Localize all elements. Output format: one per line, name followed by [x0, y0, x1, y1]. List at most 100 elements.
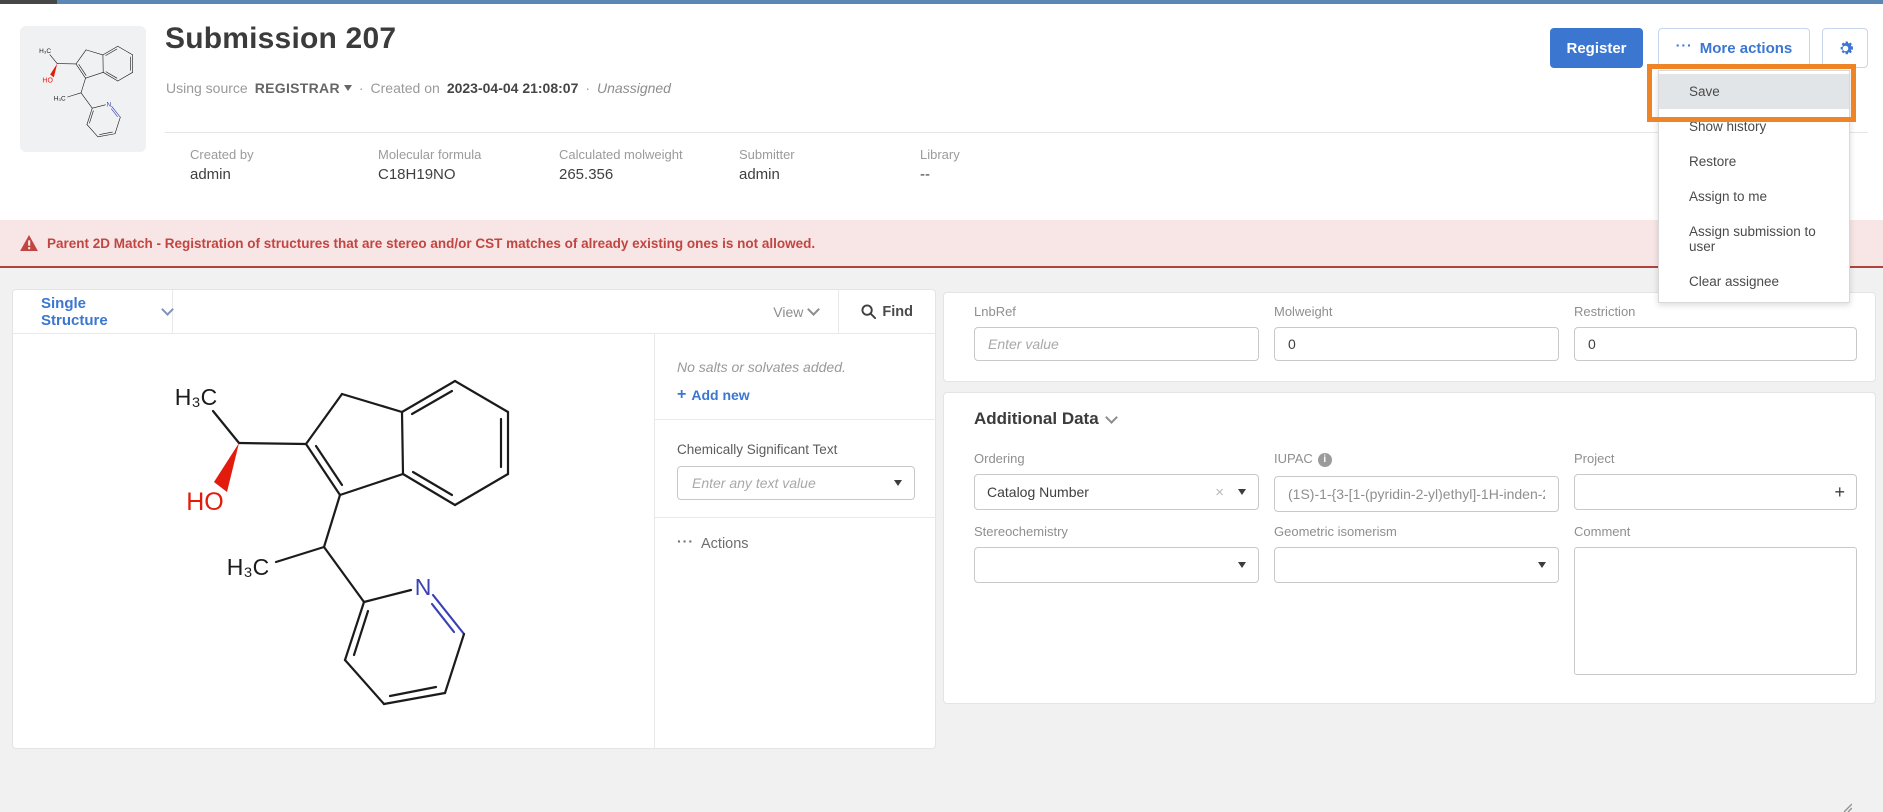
- warning-icon: [20, 235, 38, 251]
- iupac-label-row: IUPACi: [1274, 451, 1559, 468]
- additional-data-card: Additional Data Ordering Catalog Number …: [943, 392, 1876, 704]
- geometric-isomerism-label: Geometric isomerism: [1274, 524, 1559, 539]
- caret-down-icon[interactable]: [894, 480, 902, 486]
- header-divider: [165, 132, 1868, 133]
- restriction-input-wrap[interactable]: [1574, 327, 1857, 361]
- menu-item-clear-assignee[interactable]: Clear assignee: [1659, 264, 1849, 299]
- project-label: Project: [1574, 451, 1857, 466]
- lnbref-input-wrap[interactable]: [974, 327, 1259, 361]
- more-actions-menu: Save Show history Restore Assign to me A…: [1658, 70, 1850, 303]
- cst-field[interactable]: [677, 466, 915, 500]
- structure-mode-label: Single Structure: [41, 295, 156, 329]
- meta-created-by: Created by admin: [190, 147, 254, 183]
- meta-label: Calculated molweight: [559, 147, 683, 162]
- created-on-value: 2023-04-04 21:08:07: [447, 80, 579, 96]
- using-source-label: Using source: [166, 80, 248, 96]
- geometric-isomerism-select[interactable]: [1274, 547, 1559, 583]
- caret-down-icon: [344, 85, 352, 91]
- salts-column: No salts or solvates added. + Add new Ch…: [654, 333, 937, 750]
- lnbref-label: LnbRef: [974, 304, 1259, 319]
- meta-value: C18H19NO: [378, 166, 481, 183]
- meta-label: Created by: [190, 147, 254, 162]
- ellipsis-icon: ···: [677, 538, 694, 544]
- dot-separator: ·: [359, 80, 364, 96]
- lnbref-field: LnbRef: [974, 304, 1259, 361]
- menu-item-save[interactable]: Save: [1659, 74, 1849, 109]
- structure-panel: Single Structure View Find No salts or s…: [12, 289, 936, 749]
- meta-value: --: [920, 166, 960, 183]
- menu-item-assign-to-me[interactable]: Assign to me: [1659, 179, 1849, 214]
- project-add-button[interactable]: +: [1834, 483, 1845, 501]
- chevron-down-icon: [161, 303, 174, 316]
- info-icon[interactable]: i: [1318, 453, 1332, 467]
- structure-thumbnail: [20, 26, 146, 152]
- actions-button[interactable]: ··· Actions: [677, 536, 749, 552]
- page-title: Submission 207: [165, 22, 396, 56]
- ordering-field: Ordering Catalog Number ×: [974, 451, 1259, 510]
- more-actions-label: More actions: [1700, 40, 1793, 57]
- warning-banner: Parent 2D Match - Registration of struct…: [0, 220, 1883, 268]
- find-label: Find: [882, 304, 913, 320]
- actions-label: Actions: [701, 536, 749, 552]
- settings-button[interactable]: [1822, 28, 1868, 68]
- source-value: REGISTRAR: [255, 80, 340, 96]
- view-label: View: [773, 304, 803, 320]
- meta-value: admin: [190, 166, 254, 183]
- molweight-input[interactable]: [1286, 335, 1547, 353]
- view-dropdown[interactable]: View: [753, 290, 838, 333]
- iupac-field: IUPACi: [1274, 451, 1559, 512]
- menu-item-assign-submission-to-user[interactable]: Assign submission to user: [1659, 214, 1849, 264]
- molweight-input-wrap[interactable]: [1274, 327, 1559, 361]
- warning-text: Parent 2D Match - Registration of struct…: [47, 236, 815, 251]
- meta-value: 265.356: [559, 166, 683, 183]
- iupac-input-wrap[interactable]: [1274, 476, 1559, 512]
- menu-item-show-history[interactable]: Show history: [1659, 109, 1849, 144]
- add-new-button[interactable]: + Add new: [677, 386, 750, 404]
- source-dropdown[interactable]: REGISTRAR: [255, 80, 352, 96]
- caret-down-icon: [1238, 562, 1246, 568]
- geometric-isomerism-field: Geometric isomerism: [1274, 524, 1559, 583]
- meta-label: Library: [920, 147, 960, 162]
- additional-data-title: Additional Data: [974, 409, 1099, 429]
- meta-molecular-formula: Molecular formula C18H19NO: [378, 147, 481, 183]
- project-field: Project +: [1574, 451, 1857, 510]
- ordering-select[interactable]: Catalog Number ×: [974, 474, 1259, 510]
- stereochemistry-select[interactable]: [974, 547, 1259, 583]
- project-input-wrap[interactable]: +: [1574, 474, 1857, 510]
- meta-calculated-molweight: Calculated molweight 265.356: [559, 147, 683, 183]
- structure-mode-dropdown[interactable]: Single Structure: [13, 290, 173, 333]
- chevron-down-icon: [808, 303, 821, 316]
- structure-canvas[interactable]: [121, 341, 541, 726]
- resize-handle-icon[interactable]: [1842, 802, 1852, 812]
- project-input[interactable]: [1586, 483, 1834, 501]
- structure-thumbnail-image: [24, 35, 142, 143]
- meta-label: Molecular formula: [378, 147, 481, 162]
- menu-item-restore[interactable]: Restore: [1659, 144, 1849, 179]
- structure-toolbar: Single Structure View Find: [13, 290, 935, 334]
- register-button[interactable]: Register: [1550, 28, 1643, 68]
- dot-separator: ·: [585, 80, 590, 96]
- page-header: Submission 207 Using source REGISTRAR · …: [0, 4, 1883, 220]
- search-icon: [861, 304, 876, 319]
- iupac-input[interactable]: [1286, 485, 1547, 503]
- find-button[interactable]: Find: [839, 290, 935, 333]
- caret-down-icon: [1538, 562, 1546, 568]
- ordering-value: Catalog Number: [987, 484, 1089, 500]
- meta-label: Submitter: [739, 147, 795, 162]
- submission-subtitle: Using source REGISTRAR · Created on 2023…: [166, 80, 671, 96]
- meta-value: admin: [739, 166, 795, 183]
- restriction-input[interactable]: [1586, 335, 1845, 353]
- chevron-down-icon: [1105, 411, 1118, 424]
- comment-label: Comment: [1574, 524, 1857, 539]
- salts-empty-text: No salts or solvates added.: [677, 359, 915, 375]
- ordering-label: Ordering: [974, 451, 1259, 466]
- comment-textarea[interactable]: [1574, 547, 1857, 675]
- reference-fields-card: LnbRef Molweight Restriction: [943, 292, 1876, 382]
- cst-label: Chemically Significant Text: [677, 442, 915, 457]
- clear-x-icon[interactable]: ×: [1215, 484, 1238, 501]
- more-actions-button[interactable]: ··· More actions: [1658, 28, 1810, 68]
- cst-input[interactable]: [690, 474, 894, 492]
- lnbref-input[interactable]: [986, 335, 1247, 353]
- gear-icon: [1836, 39, 1855, 58]
- additional-data-header[interactable]: Additional Data: [974, 409, 1116, 429]
